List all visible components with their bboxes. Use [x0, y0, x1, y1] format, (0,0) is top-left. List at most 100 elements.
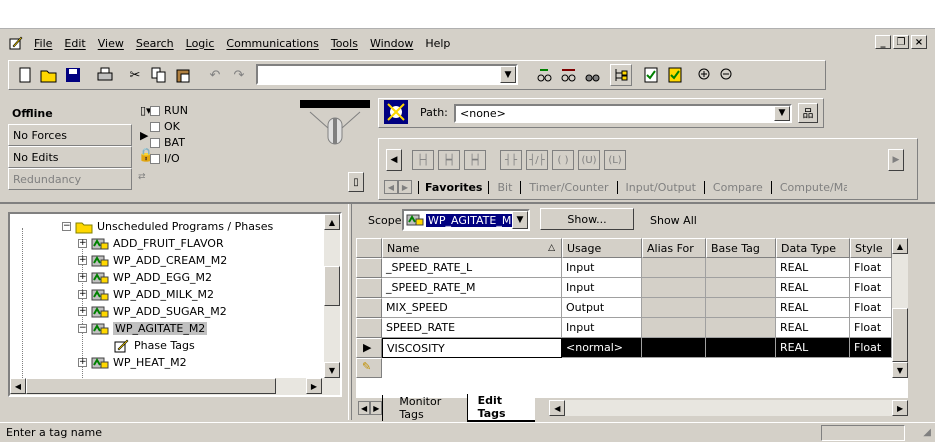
path-combo[interactable]: <none> ▼	[454, 104, 792, 123]
tab-scroll-left-icon[interactable]: ◀	[384, 180, 398, 194]
menu-logic[interactable]: Logic	[180, 37, 221, 50]
new-row-header[interactable]: ✎	[356, 358, 382, 378]
verify-all-icon[interactable]	[664, 64, 686, 86]
collapse-icon[interactable]: −	[62, 222, 71, 231]
cell-base[interactable]	[706, 338, 776, 358]
column-header-base-tag[interactable]: Base Tag	[706, 238, 776, 258]
cell-type[interactable]: REAL	[776, 258, 850, 278]
cell-style[interactable]: Float	[850, 298, 892, 318]
controller-organizer-icon[interactable]	[610, 64, 632, 86]
paste-icon[interactable]	[172, 64, 194, 86]
tree-item-program[interactable]: + WP_HEAT_M2	[78, 354, 187, 371]
xic-icon[interactable]: ┤├	[500, 150, 522, 170]
scroll-thumb[interactable]	[324, 266, 340, 306]
row-header[interactable]	[356, 258, 382, 278]
xio-icon[interactable]: ┤/├	[526, 150, 548, 170]
vertical-splitter[interactable]	[348, 204, 352, 420]
save-icon[interactable]	[62, 64, 84, 86]
branch-level-icon[interactable]: ┝┥	[464, 150, 486, 170]
show-button[interactable]: Show...	[540, 208, 634, 230]
browse-logic-icon[interactable]	[558, 64, 580, 86]
cell-usage[interactable]: Input	[562, 318, 642, 338]
cell-alias[interactable]	[642, 278, 706, 298]
cell-style[interactable]: Float	[850, 338, 892, 358]
menu-file[interactable]: File	[28, 37, 58, 50]
tree-item-program[interactable]: + ADD_FRUIT_FLAVOR	[78, 235, 224, 252]
expand-icon[interactable]: +	[78, 273, 87, 282]
find-icon[interactable]	[582, 64, 604, 86]
cell-type[interactable]: REAL	[776, 298, 850, 318]
scroll-thumb[interactable]	[892, 308, 908, 362]
tab-monitor-tags[interactable]: Monitor Tags	[382, 395, 466, 421]
tree-item-program[interactable]: + WP_ADD_MILK_M2	[78, 286, 214, 303]
column-header-usage[interactable]: Usage	[562, 238, 642, 258]
cross-reference-icon[interactable]	[534, 64, 556, 86]
column-header-alias[interactable]: Alias For	[642, 238, 706, 258]
expand-icon[interactable]: +	[78, 307, 87, 316]
column-header-data-type[interactable]: Data Type	[776, 238, 850, 258]
menu-edit[interactable]: Edit	[58, 37, 91, 50]
cell-base[interactable]	[706, 278, 776, 298]
cell-type[interactable]: REAL	[776, 338, 850, 358]
tab-compute-math[interactable]: Compute/Ma	[770, 180, 847, 194]
scroll-thumb[interactable]	[26, 378, 276, 394]
expand-icon[interactable]: +	[78, 256, 87, 265]
row-header[interactable]	[356, 318, 382, 338]
scroll-down-icon[interactable]: ▼	[324, 362, 340, 378]
otl-icon[interactable]: (L)	[604, 150, 626, 170]
tab-edit-tags[interactable]: Edit Tags	[466, 394, 536, 422]
edits-status[interactable]: No Edits	[8, 146, 132, 168]
collapse-icon[interactable]: −	[78, 324, 87, 333]
print-icon[interactable]	[94, 64, 116, 86]
rung-icon[interactable]: ├┤	[412, 150, 434, 170]
cell-style[interactable]: Float	[850, 278, 892, 298]
verify-icon[interactable]	[640, 64, 662, 86]
cell-base[interactable]	[706, 298, 776, 318]
path-tree-button[interactable]: 品	[798, 103, 818, 123]
cell-name[interactable]: MIX_SPEED	[382, 298, 562, 318]
redo-icon[interactable]: ↷	[228, 64, 250, 86]
tab-scroll-right-icon[interactable]: ▶	[370, 401, 383, 415]
tab-scroll-left-icon[interactable]: ◀	[358, 401, 371, 415]
cell-usage[interactable]: Input	[562, 258, 642, 278]
menu-search[interactable]: Search	[130, 37, 180, 50]
tree-vscrollbar[interactable]: ▲ ▼	[324, 214, 340, 378]
row-header[interactable]	[356, 278, 382, 298]
cell-type[interactable]: REAL	[776, 318, 850, 338]
minimize-button[interactable]: _	[875, 35, 891, 49]
tab-scroll-right-icon[interactable]: ▶	[398, 180, 412, 194]
tree-hscrollbar[interactable]: ◀ ▶	[10, 378, 340, 395]
tab-timer-counter[interactable]: Timer/Counter	[520, 180, 616, 194]
tree-item-program[interactable]: + WP_ADD_SUGAR_M2	[78, 303, 227, 320]
scope-combo[interactable]: WP_AGITATE_M ▼	[402, 209, 530, 231]
tab-compare[interactable]: Compare	[703, 180, 771, 194]
tag-grid[interactable]: Name △ Usage Alias For Base Tag Data Type…	[356, 238, 908, 398]
scroll-down-icon[interactable]: ▼	[892, 362, 908, 378]
scroll-right-icon[interactable]: ▶	[892, 400, 909, 416]
tree-folder-unscheduled[interactable]: − Unscheduled Programs / Phases	[62, 218, 273, 235]
open-folder-icon[interactable]	[38, 64, 60, 86]
chevron-down-icon[interactable]: ▼	[512, 211, 528, 229]
expand-icon[interactable]: +	[78, 239, 87, 248]
scroll-up-icon[interactable]: ▲	[892, 238, 908, 254]
controller-mode[interactable]: Offline	[8, 102, 132, 124]
menu-help[interactable]: Help	[419, 37, 456, 50]
grid-hscrollbar[interactable]: ◀ ▶	[549, 400, 909, 416]
cell-usage[interactable]: Output	[562, 298, 642, 318]
row-header[interactable]: ▶	[356, 338, 382, 358]
tab-bit[interactable]: Bit	[488, 180, 520, 194]
controller-organizer-tree[interactable]: − Unscheduled Programs / Phases + ADD_FR…	[8, 212, 342, 397]
restore-button[interactable]: ❐	[893, 35, 909, 49]
cell-base[interactable]	[706, 258, 776, 278]
column-header-style[interactable]: Style	[850, 238, 892, 258]
cell-alias[interactable]	[642, 258, 706, 278]
scroll-left-icon[interactable]: ◀	[549, 400, 566, 416]
scroll-right-icon[interactable]: ▶	[306, 378, 322, 394]
panel-toggle-button[interactable]: ▯	[348, 172, 364, 192]
copy-icon[interactable]	[148, 64, 170, 86]
zoom-in-icon[interactable]	[694, 64, 716, 86]
chevron-down-icon[interactable]: ▼	[500, 66, 516, 83]
ote-icon[interactable]: ( )	[552, 150, 574, 170]
menu-window[interactable]: Window	[364, 37, 419, 50]
tree-item-phase-tags[interactable]: Phase Tags	[114, 337, 195, 354]
